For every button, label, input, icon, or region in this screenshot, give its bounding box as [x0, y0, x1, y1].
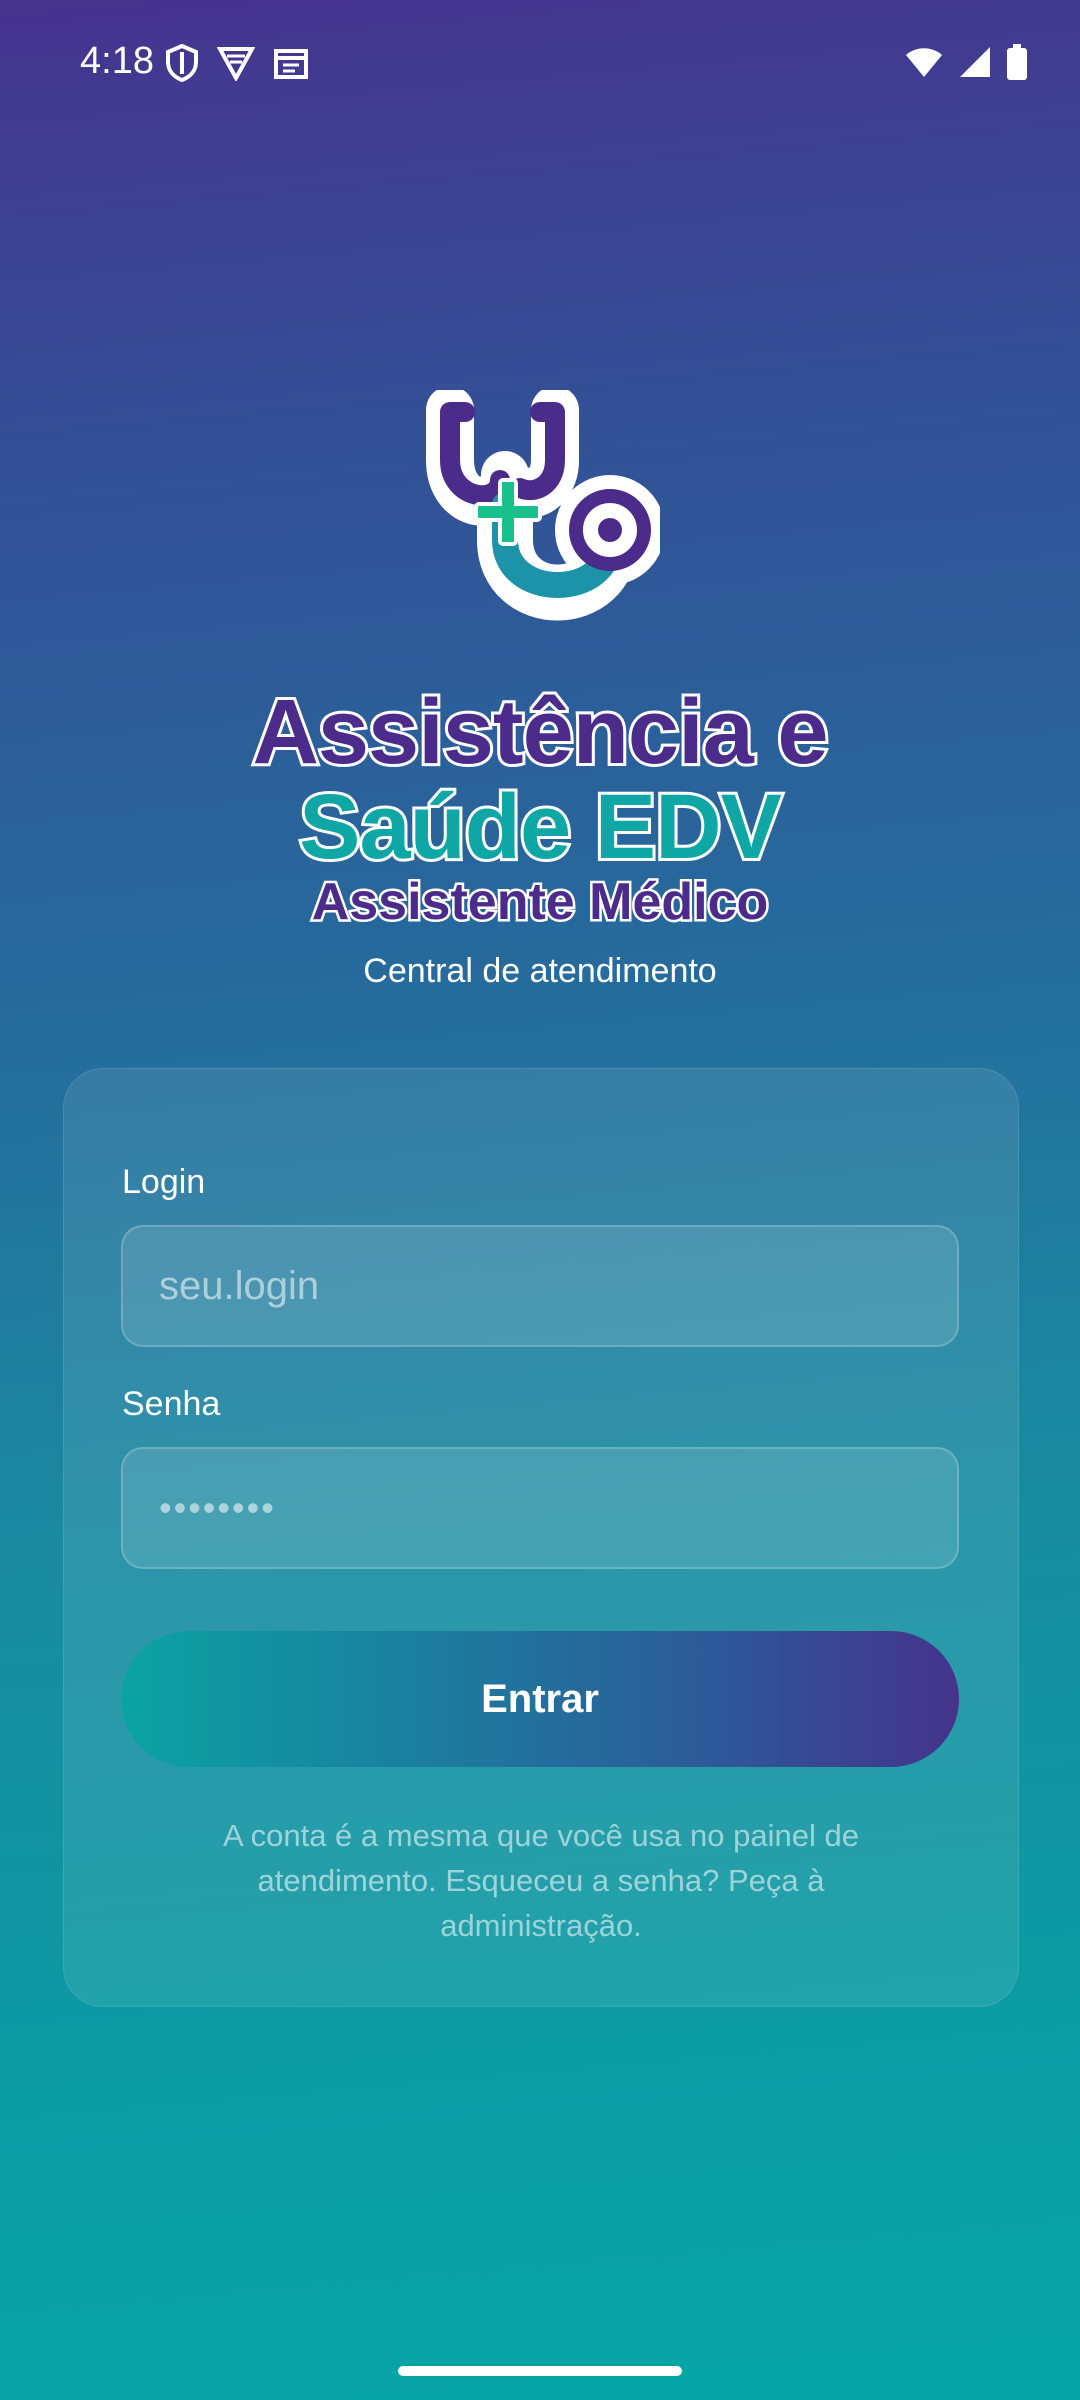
login-card: Login seu.login Senha •••••••• Entrar A …	[63, 1068, 1019, 2007]
brand-tagline: Assistente Médico	[309, 871, 771, 934]
status-right-icons	[904, 44, 1028, 80]
app-logo	[0, 390, 1080, 650]
login-label: Login	[122, 1163, 206, 1201]
signal-icon	[958, 45, 992, 79]
home-indicator[interactable]	[398, 2366, 682, 2376]
status-left-icons	[165, 44, 309, 82]
wifi-icon	[904, 45, 944, 79]
page-subtitle: Central de atendimento	[363, 952, 717, 990]
password-label: Senha	[122, 1385, 221, 1423]
calendar-icon	[273, 46, 309, 80]
login-button[interactable]: Entrar	[121, 1631, 959, 1767]
login-input[interactable]: seu.login	[121, 1225, 959, 1347]
status-time: 4:18	[80, 40, 154, 82]
brand-title-line2: Saúde EDV	[296, 773, 785, 881]
vpn-icon	[217, 45, 255, 81]
status-bar: 4:18	[0, 0, 1080, 130]
stethoscope-icon	[426, 390, 660, 621]
password-input[interactable]: ••••••••	[121, 1447, 959, 1569]
battery-icon	[1006, 44, 1028, 80]
help-text: A conta é a mesma que você usa no painel…	[223, 1818, 859, 1943]
shield-icon	[165, 44, 199, 82]
brand-title-line1: Assistência e	[249, 678, 831, 786]
